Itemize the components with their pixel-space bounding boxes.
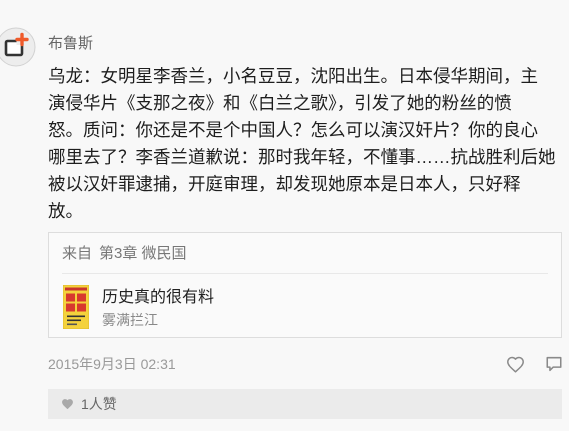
note-body-line: 被以汉奸罪逮捕，开庭审理，却发现她原本是日本人，只好释 bbox=[48, 174, 521, 194]
note-body-line: 演侵华片《支那之夜》和《白兰之歌》，引发了她的粉丝的愤 bbox=[48, 93, 512, 113]
note-body: 乌龙：女明星李香兰，小名豆豆，沈阳出生。日本侵华期间，主 演侵华片《支那之夜》和… bbox=[48, 63, 566, 225]
source-from-label: 来自 bbox=[62, 245, 93, 262]
source-chapter: 第3章 微民国 bbox=[99, 245, 187, 262]
likes-count-label: 1人赞 bbox=[81, 396, 117, 412]
note-body-line: 哪里去了？李香兰道歉说：那时我年轻，不懂事……抗战胜利后她 bbox=[48, 147, 556, 167]
avatar[interactable] bbox=[0, 27, 36, 67]
likes-bar[interactable]: 1人赞 bbox=[48, 389, 562, 419]
note-timestamp: 2015年9月3日 02:31 bbox=[48, 356, 176, 372]
comment-icon bbox=[546, 356, 562, 372]
book-link[interactable]: 历史真的很有料 雾满拦江 bbox=[62, 285, 548, 331]
like-button[interactable] bbox=[506, 356, 525, 373]
chapter-link[interactable]: 来自 第3章 微民国 bbox=[62, 245, 187, 263]
book-title: 历史真的很有料 bbox=[102, 289, 215, 306]
note-body-line: 放。 bbox=[48, 201, 83, 221]
heart-outline-icon bbox=[507, 356, 524, 373]
note-body-line: 乌龙：女明星李香兰，小名豆豆，沈阳出生。日本侵华期间，主 bbox=[48, 66, 538, 86]
author-name[interactable]: 布鲁斯 bbox=[48, 35, 93, 53]
comment-button[interactable] bbox=[545, 355, 563, 373]
heart-filled-icon bbox=[62, 399, 73, 410]
book-cover-image bbox=[63, 285, 89, 329]
source-divider bbox=[62, 273, 548, 274]
app-logo-icon bbox=[0, 27, 36, 67]
source-reference-card[interactable]: 来自 第3章 微民国 历史真的很有料 雾满拦江 bbox=[48, 232, 562, 338]
note-body-line: 怒。质问：你还是不是个中国人？怎么可以演汉奸片？你的良心 bbox=[48, 120, 538, 140]
book-author: 雾满拦江 bbox=[102, 312, 158, 328]
